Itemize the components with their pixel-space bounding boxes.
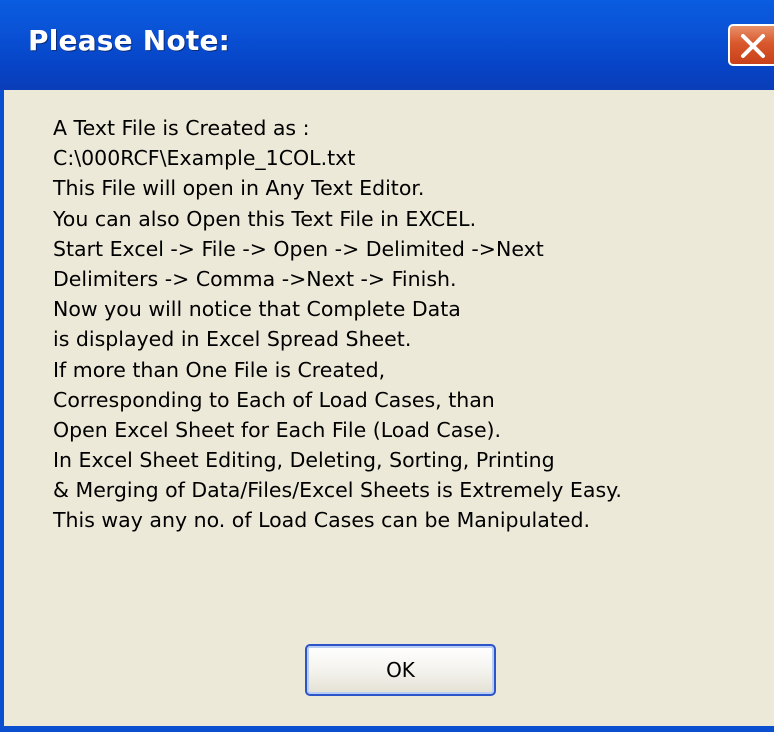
message-line: is displayed in Excel Spread Sheet.	[53, 327, 412, 352]
message-line: If more than One File is Created,	[53, 357, 386, 382]
title-bar[interactable]: Please Note:	[0, 0, 774, 90]
close-button[interactable]	[728, 24, 774, 66]
close-icon	[741, 34, 765, 58]
message-text: A Text File is Created as : C:\000RCF\Ex…	[53, 113, 753, 536]
ok-button[interactable]: OK	[305, 644, 496, 696]
window-frame-left	[0, 90, 4, 732]
message-line: A Text File is Created as :	[53, 116, 310, 140]
message-line: Corresponding to Each of Load Cases, tha…	[53, 387, 495, 412]
message-line: You can also Open this Text File in EXCE…	[53, 206, 477, 231]
window-frame-bottom	[0, 726, 774, 732]
message-line: C:\000RCF\Example_1COL.txt	[53, 146, 356, 171]
message-line: Open Excel Sheet for Each File (Load Cas…	[53, 417, 502, 442]
message-line: This way any no. of Load Cases can be Ma…	[53, 508, 590, 533]
message-dialog: Please Note: A Text File is Created as :…	[0, 0, 774, 732]
message-line: Delimiters -> Comma ->Next -> Finish.	[53, 266, 457, 291]
dialog-title: Please Note:	[28, 24, 231, 57]
message-line: & Merging of Data/Files/Excel Sheets is …	[53, 478, 622, 503]
message-line: In Excel Sheet Editing, Deleting, Sortin…	[53, 448, 555, 473]
message-line: This File will open in Any Text Editor.	[53, 176, 425, 201]
message-line: Now you will notice that Complete Data	[53, 297, 461, 322]
message-line: Start Excel -> File -> Open -> Delimited…	[53, 236, 544, 261]
